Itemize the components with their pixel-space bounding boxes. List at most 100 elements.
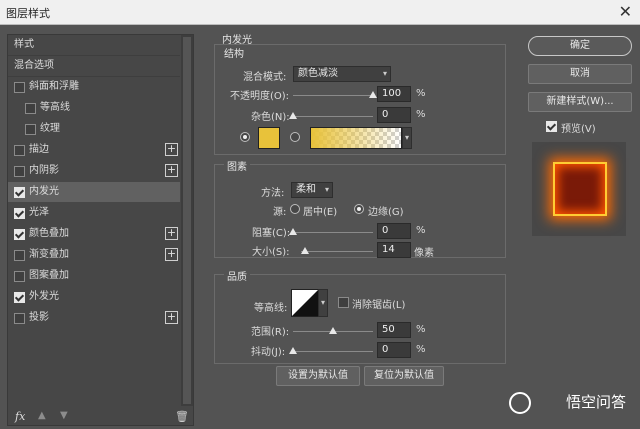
sidebar-item-outer-glow[interactable]: 外发光	[8, 287, 180, 307]
sidebar-item-stroke[interactable]: 描边 +	[8, 140, 180, 160]
gradient-chevron-icon[interactable]: ▾	[402, 127, 412, 149]
fx-button[interactable]: fx	[15, 410, 25, 423]
scrollbar-thumb[interactable]	[183, 37, 191, 404]
drop-shadow-checkbox[interactable]	[14, 313, 25, 324]
dialog-body: 样式 混合选项 斜面和浮雕 等高线 纹理 描边 + 内阴影 + 内发光 光泽 颜色叠加 + 渐变叠加 + 图案…	[0, 25, 640, 429]
choke-label: 阻塞(C):	[252, 228, 291, 239]
sidebar-item-drop-shadow[interactable]: 投影 +	[8, 308, 180, 328]
noise-slider-thumb[interactable]	[289, 112, 297, 119]
jitter-label: 抖动(J):	[251, 347, 286, 358]
sidebar-item-inner-glow[interactable]: 内发光	[8, 182, 180, 202]
ok-button[interactable]: 确定	[528, 36, 632, 56]
size-slider-thumb[interactable]	[301, 247, 310, 254]
stroke-checkbox[interactable]	[14, 145, 25, 156]
sidebar-item-styles[interactable]: 样式	[8, 35, 180, 56]
add-color-overlay-icon[interactable]: +	[165, 227, 178, 240]
size-input[interactable]: 14	[377, 242, 411, 258]
sidebar-item-label: 等高线	[40, 102, 70, 113]
opacity-label: 不透明度(O):	[230, 91, 290, 102]
contour-label: 等高线:	[254, 303, 288, 314]
glow-color-swatch[interactable]	[258, 127, 280, 149]
gradient-overlay-checkbox[interactable]	[14, 250, 25, 261]
range-label: 范围(R):	[251, 327, 290, 338]
elements-heading: 图素	[224, 158, 250, 173]
contour-chevron-icon[interactable]: ▾	[318, 289, 328, 317]
preview-thumbnail	[532, 142, 626, 236]
size-slider[interactable]	[301, 247, 373, 254]
blend-mode-label: 混合模式:	[243, 72, 287, 83]
up-arrow-icon[interactable]: ▲	[38, 410, 46, 421]
color-overlay-checkbox[interactable]	[14, 229, 25, 240]
source-label: 源:	[273, 207, 287, 218]
range-unit: %	[416, 324, 426, 335]
cancel-button[interactable]: 取消	[528, 64, 632, 84]
new-style-button[interactable]: 新建样式(W)...	[528, 92, 632, 112]
jitter-slider-thumb[interactable]	[289, 347, 297, 354]
sidebar-item-gradient-overlay[interactable]: 渐变叠加 +	[8, 245, 180, 265]
sidebar-item-label: 图案叠加	[29, 270, 69, 281]
gradient-radio[interactable]	[290, 132, 300, 142]
reset-default-button[interactable]: 复位为默认值	[364, 366, 444, 386]
sidebar-item-pattern-overlay[interactable]: 图案叠加	[8, 266, 180, 286]
gradient-swatch[interactable]	[310, 127, 402, 149]
choke-slider[interactable]	[289, 228, 373, 235]
antialias-label[interactable]: 消除锯齿(L)	[352, 296, 405, 311]
noise-slider[interactable]	[289, 112, 373, 119]
method-dropdown[interactable]: 柔和 ▾	[291, 182, 333, 198]
antialias-checkbox[interactable]	[338, 297, 349, 308]
choke-unit: %	[416, 225, 426, 236]
sidebar-item-texture[interactable]: 纹理	[8, 119, 180, 139]
add-stroke-icon[interactable]: +	[165, 143, 178, 156]
jitter-input[interactable]: 0	[377, 342, 411, 358]
make-default-button[interactable]: 设置为默认值	[276, 366, 360, 386]
style-list-panel: 样式 混合选项 斜面和浮雕 等高线 纹理 描边 + 内阴影 + 内发光 光泽 颜色叠加 + 渐变叠加 + 图案…	[7, 34, 194, 426]
down-arrow-icon[interactable]: ▼	[60, 410, 68, 421]
sidebar-item-contour[interactable]: 等高线	[8, 98, 180, 118]
choke-input[interactable]: 0	[377, 223, 411, 239]
contour-checkbox[interactable]	[25, 103, 36, 114]
satin-checkbox[interactable]	[14, 208, 25, 219]
sidebar-item-color-overlay[interactable]: 颜色叠加 +	[8, 224, 180, 244]
texture-checkbox[interactable]	[25, 124, 36, 135]
opacity-input[interactable]: 100	[377, 86, 411, 102]
sidebar-item-inner-shadow[interactable]: 内阴影 +	[8, 161, 180, 181]
trash-icon[interactable]: 🗑	[175, 410, 189, 423]
sidebar-item-satin[interactable]: 光泽	[8, 203, 180, 223]
blend-mode-dropdown[interactable]: 颜色减淡 ▾	[293, 66, 391, 82]
source-edge-radio[interactable]	[354, 204, 364, 214]
bevel-emboss-checkbox[interactable]	[14, 82, 25, 93]
sidebar-item-bevel-emboss[interactable]: 斜面和浮雕	[8, 77, 180, 97]
contour-preview[interactable]	[291, 289, 319, 317]
opacity-slider-thumb[interactable]	[369, 91, 377, 98]
sidebar-item-label: 光泽	[29, 207, 49, 218]
range-slider[interactable]	[293, 327, 373, 334]
source-center-label[interactable]: 居中(E)	[303, 203, 337, 218]
style-list-scrollbar[interactable]	[181, 35, 193, 406]
range-input[interactable]: 50	[377, 322, 411, 338]
size-unit: 像素	[414, 248, 434, 259]
opacity-slider[interactable]	[293, 91, 377, 98]
pattern-overlay-checkbox[interactable]	[14, 271, 25, 282]
add-inner-shadow-icon[interactable]: +	[165, 164, 178, 177]
style-list-footer: fx ▲ ▼ 🗑	[8, 408, 193, 425]
outer-glow-checkbox[interactable]	[14, 292, 25, 303]
source-center-radio[interactable]	[290, 204, 300, 214]
inner-shadow-checkbox[interactable]	[14, 166, 25, 177]
sidebar-item-label: 纹理	[40, 123, 60, 134]
inner-glow-checkbox[interactable]	[14, 187, 25, 198]
source-edge-label[interactable]: 边缘(G)	[368, 203, 404, 218]
add-drop-shadow-icon[interactable]: +	[165, 311, 178, 324]
range-slider-thumb[interactable]	[329, 327, 337, 334]
noise-unit: %	[416, 109, 426, 120]
close-icon[interactable]: ✕	[619, 2, 632, 21]
sidebar-item-label: 颜色叠加	[29, 228, 69, 239]
choke-slider-thumb[interactable]	[289, 228, 297, 235]
jitter-slider[interactable]	[289, 347, 373, 354]
preview-checkbox[interactable]	[546, 121, 557, 132]
solid-color-radio[interactable]	[240, 132, 250, 142]
sidebar-item-blending-options[interactable]: 混合选项	[8, 56, 180, 77]
preview-label[interactable]: 预览(V)	[561, 120, 596, 135]
inner-glow-panel: 内发光 结构 混合模式: 颜色减淡 ▾ 不透明度(O): 100 % 杂色(N)…	[206, 31, 518, 420]
noise-input[interactable]: 0	[377, 107, 411, 123]
add-gradient-overlay-icon[interactable]: +	[165, 248, 178, 261]
